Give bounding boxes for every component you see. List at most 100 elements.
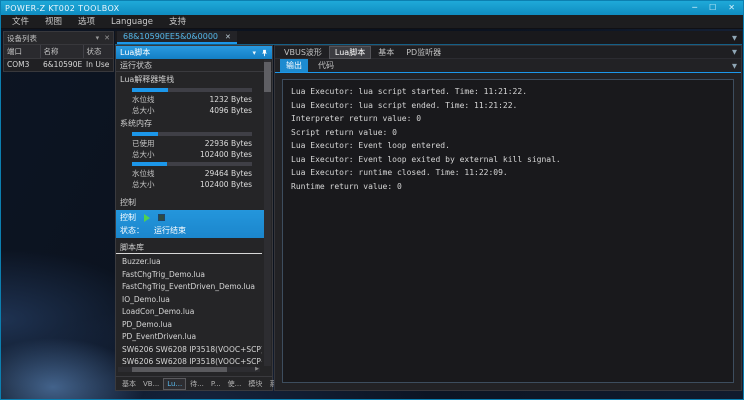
stat-value: 102400 Bytes [200,179,252,190]
script-list-item[interactable]: PD_EventDriven.lua [116,331,262,344]
bottom-tab[interactable]: P... [208,379,224,389]
pin-icon[interactable] [261,49,268,57]
document-tabstrip: 68&10590EE5&0&0000 ✕ ▼ [115,31,742,45]
stack-section-label: Lua解释器堆栈 [116,73,272,86]
console-line: Runtime return value: 0 [291,180,725,194]
scripts-section-label: 脚本库 [116,241,262,254]
tab-close-icon[interactable]: ✕ [225,33,231,41]
stat-row: 已使用 22936 Bytes [116,138,272,149]
right-panel-tabs: VBUS波形Lua脚本基本PD监听器 ▼ [275,46,741,59]
memory-section-label: 系统内存 [116,117,272,130]
vertical-scrollbar[interactable] [264,60,271,366]
maximize-icon[interactable]: ☐ [709,1,716,15]
stat-row: 总大小 102400 Bytes [116,149,272,160]
vertical-scroll-thumb[interactable] [264,62,271,92]
section-run-status[interactable]: 运行状态 [116,59,272,72]
control-row: 控制 [116,211,264,224]
right-panel-tab[interactable]: PD监听器 [401,47,446,58]
stat-label: 水位线 [132,168,155,179]
horizontal-scrollbar[interactable] [118,367,260,372]
menu-item[interactable]: 选项 [70,15,103,29]
lua-panel-title: Lua脚本 [120,47,247,58]
stop-icon[interactable] [158,214,165,221]
script-list-item[interactable]: SW6206 SW6208 IP3518(VOOC+SCP).lua [116,344,262,357]
stat-label: 总大小 [132,179,155,190]
device-list-panel: 设备列表 ▾ ✕ 端口 名称 状态 COM3 6&10590E In Use [3,31,114,72]
column-status[interactable]: 状态 [83,45,113,59]
scroll-right-icon[interactable]: ▶ [255,367,259,372]
script-list-item[interactable]: PD_Demo.lua [116,319,262,332]
right-panel-tab[interactable]: 基本 [373,47,399,58]
bottom-tab[interactable]: 模块 [245,378,265,390]
stat-row: 水位线 1232 Bytes [116,94,272,105]
tabstrip-menu-icon[interactable]: ▼ [732,34,737,42]
device-table-header: 端口 名称 状态 [4,45,113,59]
stack-progress-fill [132,88,168,92]
minimize-icon[interactable]: ─ [692,1,697,15]
status-label: 状态： [120,225,144,236]
device-panel-header: 设备列表 ▾ ✕ [4,32,113,45]
output-subtab[interactable]: 输出 [280,59,308,72]
bottom-tab[interactable]: 使... [225,378,245,390]
output-subtab[interactable]: 代码 [312,59,340,72]
bottom-tab[interactable]: Lu... [163,378,186,390]
control-label: 控制 [120,212,136,223]
close-icon[interactable]: ✕ [104,34,110,42]
lua-panel-header[interactable]: Lua脚本 ▾ [116,46,272,59]
stat-row: 总大小 4096 Bytes [116,105,272,116]
menu-item[interactable]: 文件 [4,15,37,29]
lua-panel-body: 运行状态 Lua解释器堆栈 水位线 1232 Bytes 总大小 4096 By… [116,59,272,376]
title-bar: POWER-Z KT002 TOOLBOX ─ ☐ ✕ [1,1,743,15]
close-icon[interactable]: ✕ [728,1,735,15]
device-port: COM3 [4,59,40,72]
stat-value: 1232 Bytes [209,94,252,105]
script-list-item[interactable]: LoadCon_Demo.lua [116,306,262,319]
menu-item[interactable]: 视图 [37,15,70,29]
script-list-item[interactable]: IO_Demo.lua [116,294,262,307]
console-line: Script return value: 0 [291,126,725,140]
console-line: Lua Executor: Event loop exited by exter… [291,153,725,167]
stat-label: 水位线 [132,94,155,105]
bottom-tab[interactable]: VB... [140,379,162,389]
panel-menu-icon[interactable]: ▼ [732,48,737,56]
bottom-tab[interactable]: 基本 [119,378,139,390]
menu-bar: 文件视图选项Language支持 [1,15,743,29]
right-panel-tab[interactable]: Lua脚本 [329,46,371,59]
script-list-item[interactable]: FastChgTrig_Demo.lua [116,269,262,282]
stat-label: 总大小 [132,105,155,116]
horizontal-scroll-thumb[interactable] [132,367,227,372]
control-section-label: 控制 [116,196,272,209]
right-panel-tab[interactable]: VBUS波形 [279,47,327,58]
stat-label: 总大小 [132,149,155,160]
script-list-item[interactable]: FastChgTrig_EventDriven_Demo.lua [116,281,262,294]
status-row: 状态： 运行结束 [116,224,264,237]
window-title: POWER-Z KT002 TOOLBOX [1,4,692,13]
window-controls: ─ ☐ ✕ [692,1,743,15]
chevron-down-icon[interactable]: ▾ [96,34,100,42]
memory-used-bar [132,132,252,136]
memory-watermark-fill [132,162,167,166]
column-name[interactable]: 名称 [40,45,83,59]
stack-progress-bar [132,88,252,92]
document-tab[interactable]: 68&10590EE5&0&0000 ✕ [117,31,237,44]
chevron-down-icon[interactable]: ▾ [252,49,256,57]
console-output[interactable]: Lua Executor: lua script started. Time: … [282,79,734,383]
play-icon[interactable] [144,214,150,222]
menu-item[interactable]: Language [103,15,161,29]
right-panel: VBUS波形Lua脚本基本PD监听器 ▼ 输出代码 ▼ Lua Executor… [274,45,742,391]
menu-item[interactable]: 支持 [161,15,194,29]
console-line: Lua Executor: lua script started. Time: … [291,85,725,99]
bottom-tab[interactable]: 待... [187,378,207,390]
status-value: 运行结束 [154,225,186,236]
subtab-menu-icon[interactable]: ▼ [732,62,737,70]
device-row[interactable]: COM3 6&10590E In Use [4,59,113,72]
console-line: Lua Executor: runtime closed. Time: 11:2… [291,166,725,180]
control-box: 控制 状态： 运行结束 [116,210,264,238]
stat-value: 4096 Bytes [209,105,252,116]
device-name: 6&10590E [40,59,83,72]
console-line: Lua Executor: lua script ended. Time: 11… [291,99,725,113]
script-list-item[interactable]: Buzzer.lua [116,256,262,269]
column-port[interactable]: 端口 [4,45,40,59]
device-status: In Use [83,59,113,72]
stat-label: 已使用 [132,138,155,149]
